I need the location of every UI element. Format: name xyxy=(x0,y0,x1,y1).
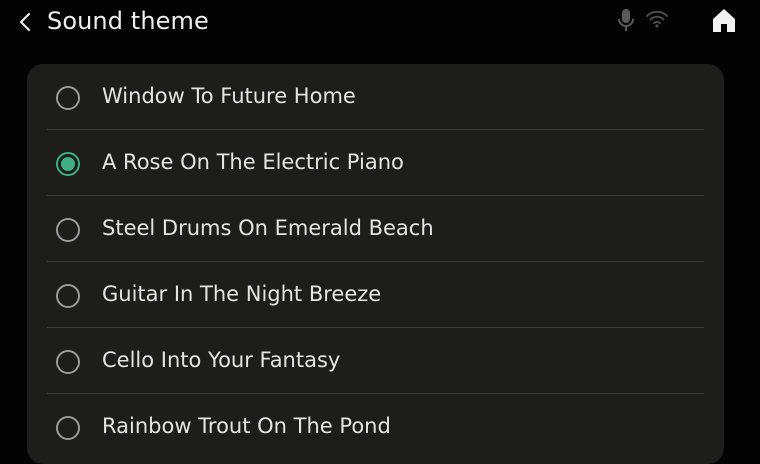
list-item-rainbow-trout-on-the-pond[interactable]: Rainbow Trout On The Pond xyxy=(27,394,724,460)
list-item-a-rose-on-the-electric-piano[interactable]: A Rose On The Electric Piano xyxy=(27,130,724,196)
list-item-label: A Rose On The Electric Piano xyxy=(102,150,404,174)
page-title: Sound theme xyxy=(47,7,209,35)
radio-button-selected-icon[interactable] xyxy=(56,152,80,176)
radio-button-icon[interactable] xyxy=(56,416,80,440)
list-item-guitar-in-the-night-breeze[interactable]: Guitar In The Night Breeze xyxy=(27,262,724,328)
sound-theme-panel: Window To Future Home A Rose On The Elec… xyxy=(27,64,724,464)
chevron-left-icon xyxy=(19,12,31,32)
radio-button-icon[interactable] xyxy=(56,350,80,374)
list-item-label: Guitar In The Night Breeze xyxy=(102,282,382,306)
list-item-steel-drums-on-emerald-beach[interactable]: Steel Drums On Emerald Beach xyxy=(27,196,724,262)
back-button[interactable] xyxy=(12,8,38,36)
list-item-label: Cello Into Your Fantasy xyxy=(102,348,341,372)
radio-button-icon[interactable] xyxy=(56,218,80,242)
list-item-window-to-future-home[interactable]: Window To Future Home xyxy=(27,64,724,130)
list-item-label: Rainbow Trout On The Pond xyxy=(102,414,391,438)
sound-theme-list: Window To Future Home A Rose On The Elec… xyxy=(27,64,724,460)
wifi-icon xyxy=(646,10,668,28)
home-icon xyxy=(713,9,735,32)
list-item-label: Steel Drums On Emerald Beach xyxy=(102,216,434,240)
top-bar: Sound theme xyxy=(0,0,760,46)
radio-button-icon[interactable] xyxy=(56,86,80,110)
microphone-icon xyxy=(618,9,634,31)
radio-button-icon[interactable] xyxy=(56,284,80,308)
list-item-cello-into-your-fantasy[interactable]: Cello Into Your Fantasy xyxy=(27,328,724,394)
list-item-label: Window To Future Home xyxy=(102,84,356,108)
home-button[interactable] xyxy=(709,5,739,35)
